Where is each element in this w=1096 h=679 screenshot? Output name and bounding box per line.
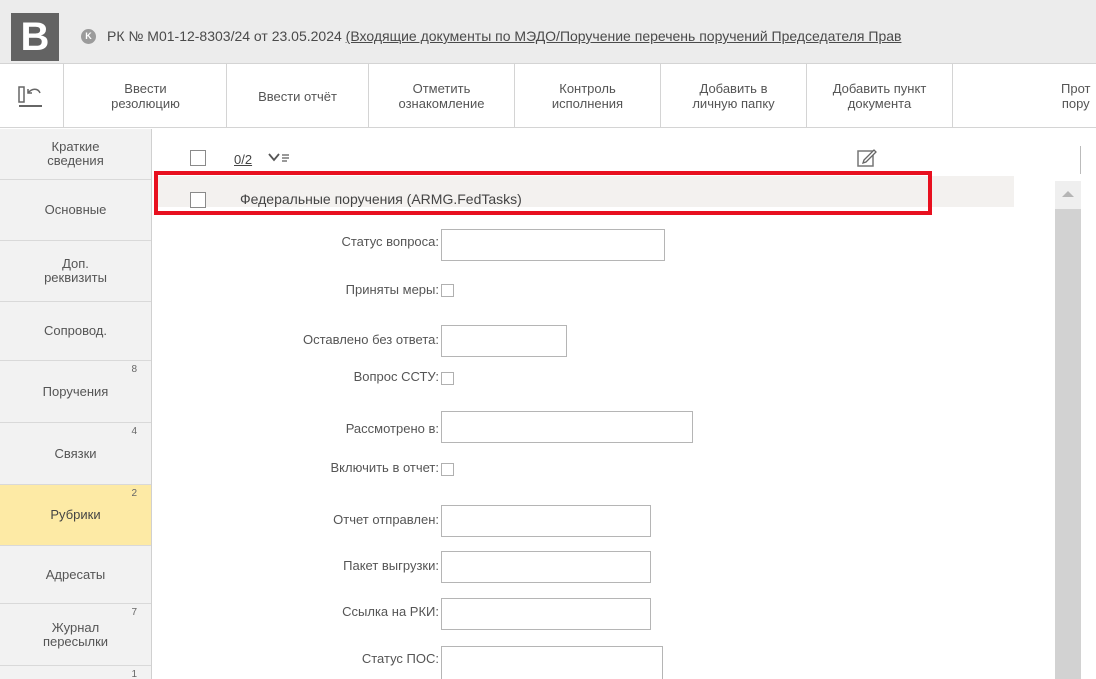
add-document-item-button[interactable]: Добавить пункт документа bbox=[807, 64, 953, 127]
main-content: 0/2 Федеральные поручения (ARMG.FedTasks… bbox=[152, 129, 1096, 679]
field-label-pos-status: Статус ПОС: bbox=[361, 651, 439, 666]
report-sent-input[interactable] bbox=[441, 505, 651, 537]
scrollbar[interactable] bbox=[1055, 181, 1081, 679]
title-bar: B K РК № М01-12-8303/24 от 23.05.2024 (В… bbox=[0, 0, 1096, 64]
sidebar-item-assignments[interactable]: Поручения 8 bbox=[0, 361, 151, 423]
field-label-export-package: Пакет выгрузки: bbox=[343, 558, 439, 573]
export-package-input[interactable] bbox=[441, 551, 651, 583]
rubrics-count-badge: 2 bbox=[131, 488, 137, 499]
measures-checkbox[interactable] bbox=[441, 284, 454, 297]
field-label-no-answer: Оставлено без ответа: bbox=[302, 332, 439, 347]
mark-acquaintance-button[interactable]: Отметить ознакомление bbox=[369, 64, 515, 127]
scroll-up-arrow-icon bbox=[1062, 191, 1074, 197]
no-answer-input[interactable] bbox=[441, 325, 567, 357]
assignments-protocol-button[interactable]: Прот пору bbox=[953, 64, 1096, 127]
sort-menu-icon[interactable] bbox=[268, 151, 292, 168]
field-label-reviewed: Рассмотрено в: bbox=[345, 421, 439, 436]
field-label-include-report: Включить в отчет: bbox=[330, 460, 439, 475]
sidebar-item-main[interactable]: Основные bbox=[0, 180, 151, 241]
next-count-badge: 1 bbox=[131, 669, 137, 679]
sidebar-item-extra-details[interactable]: Доп. реквизиты bbox=[0, 241, 151, 302]
collapse-panel-button[interactable] bbox=[0, 64, 64, 127]
panel-toggle-icon bbox=[18, 86, 42, 107]
links-count-badge: 4 bbox=[131, 426, 137, 437]
field-label-measures: Приняты меры: bbox=[345, 282, 439, 297]
app-logo: B bbox=[11, 13, 59, 61]
toolbar: Ввести резолюцию Ввести отчёт Отметить о… bbox=[0, 64, 1096, 128]
edit-icon[interactable] bbox=[856, 147, 878, 174]
sidebar-item-next[interactable]: 1 bbox=[0, 666, 151, 679]
execution-control-button[interactable]: Контроль исполнения bbox=[515, 64, 661, 127]
field-label-report-sent: Отчет отправлен: bbox=[333, 512, 439, 527]
select-all-checkbox[interactable] bbox=[190, 150, 206, 166]
sidebar-item-rubrics[interactable]: Рубрики 2 bbox=[0, 485, 151, 546]
selection-count[interactable]: 0/2 bbox=[234, 152, 252, 167]
enter-report-button[interactable]: Ввести отчёт bbox=[227, 64, 369, 127]
sstu-checkbox[interactable] bbox=[441, 372, 454, 385]
include-report-checkbox[interactable] bbox=[441, 463, 454, 476]
field-label-rki-link: Ссылка на РКИ: bbox=[342, 604, 439, 619]
field-label-status: Статус вопроса: bbox=[341, 234, 439, 249]
document-title: РК № М01-12-8303/24 от 23.05.2024 (Входя… bbox=[107, 28, 901, 44]
sidebar-item-addressees[interactable]: Адресаты bbox=[0, 546, 151, 604]
enter-resolution-button[interactable]: Ввести резолюцию bbox=[65, 64, 227, 127]
pos-status-input[interactable] bbox=[441, 646, 663, 679]
sidebar: Краткие сведения Основные Доп. реквизиты… bbox=[0, 129, 152, 679]
status-k-icon: K bbox=[81, 29, 96, 44]
add-to-personal-folder-button[interactable]: Добавить в личную папку bbox=[661, 64, 807, 127]
toolbar-divider bbox=[1080, 146, 1081, 174]
assignments-count-badge: 8 bbox=[131, 364, 137, 375]
status-input[interactable] bbox=[441, 229, 665, 261]
reviewed-input[interactable] bbox=[441, 411, 693, 443]
sidebar-item-links[interactable]: Связки 4 bbox=[0, 423, 151, 485]
document-type-link[interactable]: (Входящие документы по МЭДО/Поручение пе… bbox=[346, 28, 902, 44]
sidebar-item-accompanying[interactable]: Сопровод. bbox=[0, 302, 151, 361]
rki-link-input[interactable] bbox=[441, 598, 651, 630]
forwarding-log-count-badge: 7 bbox=[131, 607, 137, 618]
sidebar-item-summary[interactable]: Краткие сведения bbox=[0, 129, 151, 180]
field-label-sstu: Вопрос ССТУ: bbox=[353, 369, 439, 384]
highlight-box bbox=[154, 171, 932, 215]
document-number: РК № М01-12-8303/24 от 23.05.2024 bbox=[107, 28, 346, 44]
app-window: B K РК № М01-12-8303/24 от 23.05.2024 (В… bbox=[0, 0, 1096, 679]
sidebar-item-forwarding-log[interactable]: Журнал пересылки 7 bbox=[0, 604, 151, 666]
